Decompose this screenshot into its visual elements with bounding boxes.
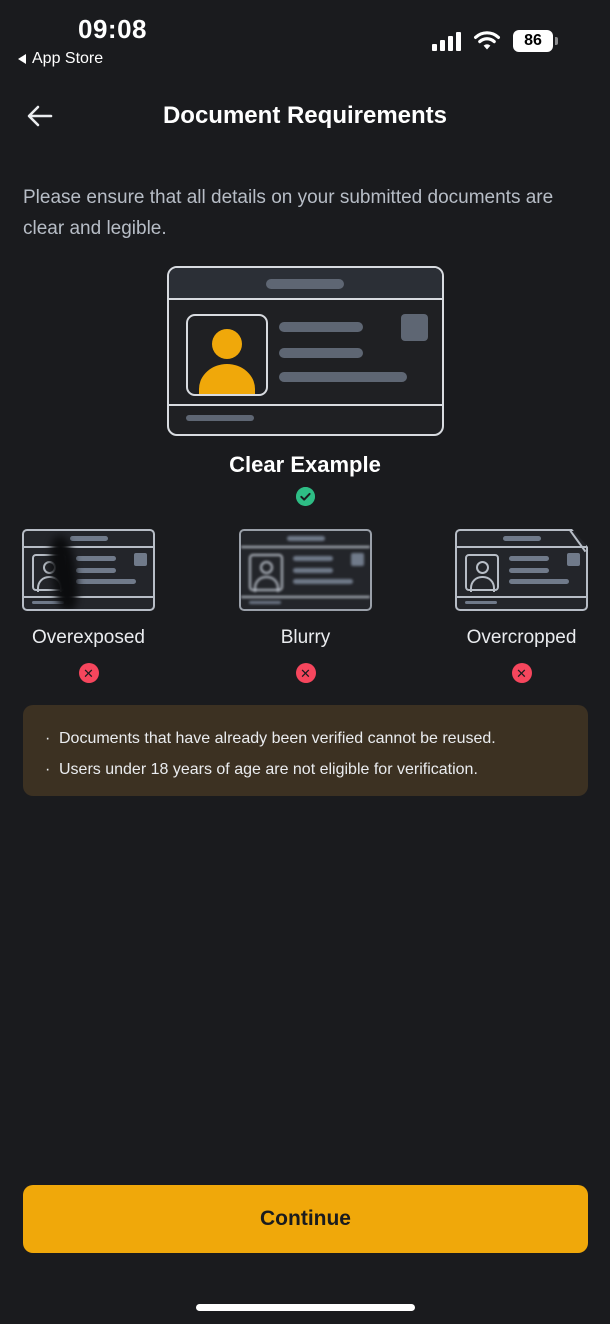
cellular-signal-icon — [432, 31, 461, 51]
card-line — [279, 372, 407, 382]
status-time: 09:08 — [78, 14, 147, 44]
x-circle-icon: ✕ — [295, 663, 316, 683]
battery-level: 86 — [513, 30, 553, 52]
screen: 09:08 App Store 86 Document Requirements… — [0, 0, 610, 1324]
card-header-bar — [169, 268, 442, 300]
notice-item: · Users under 18 years of age are not el… — [45, 754, 570, 785]
x-circle-icon: ✕ — [78, 663, 99, 683]
clear-id-card-illustration — [167, 266, 444, 436]
continue-button[interactable]: Continue — [23, 1185, 588, 1253]
notice-box: · Documents that have already been verif… — [23, 705, 588, 796]
battery-icon: 86 — [513, 30, 558, 52]
example-overcropped: Overcropped ✕ — [455, 529, 588, 683]
example-label: Overcropped — [466, 627, 577, 648]
status-indicators: 86 — [432, 30, 558, 52]
bullet-icon: · — [45, 730, 51, 747]
wifi-icon — [474, 31, 500, 50]
home-indicator[interactable] — [196, 1304, 415, 1311]
example-blurry: Blurry ✕ — [239, 529, 372, 683]
intro-text: Please ensure that all details on your s… — [23, 187, 554, 239]
portrait-icon — [186, 314, 268, 396]
check-circle-icon — [296, 487, 315, 506]
notice-text: Documents that have already been verifie… — [59, 730, 496, 747]
back-triangle-icon — [18, 54, 26, 64]
example-overexposed: Overexposed ✕ — [22, 529, 155, 683]
notice-item: · Documents that have already been verif… — [45, 723, 570, 754]
page-title: Document Requirements — [162, 102, 448, 129]
back-to-app-store[interactable]: App Store — [18, 50, 103, 68]
card-chip — [401, 314, 428, 341]
card-footer-bar — [169, 404, 442, 434]
bullet-icon: · — [45, 761, 51, 778]
clear-example-label: Clear Example — [229, 452, 381, 477]
example-label: Overexposed — [31, 627, 145, 648]
blurry-card-illustration — [239, 529, 372, 611]
card-line — [279, 322, 363, 332]
back-app-label: App Store — [32, 50, 104, 67]
example-label: Blurry — [280, 627, 331, 648]
card-line — [279, 348, 363, 358]
overexposed-card-illustration — [22, 529, 155, 611]
x-circle-icon: ✕ — [511, 663, 532, 683]
notice-text: Users under 18 years of age are not elig… — [59, 761, 478, 778]
overcropped-card-illustration — [455, 529, 588, 611]
